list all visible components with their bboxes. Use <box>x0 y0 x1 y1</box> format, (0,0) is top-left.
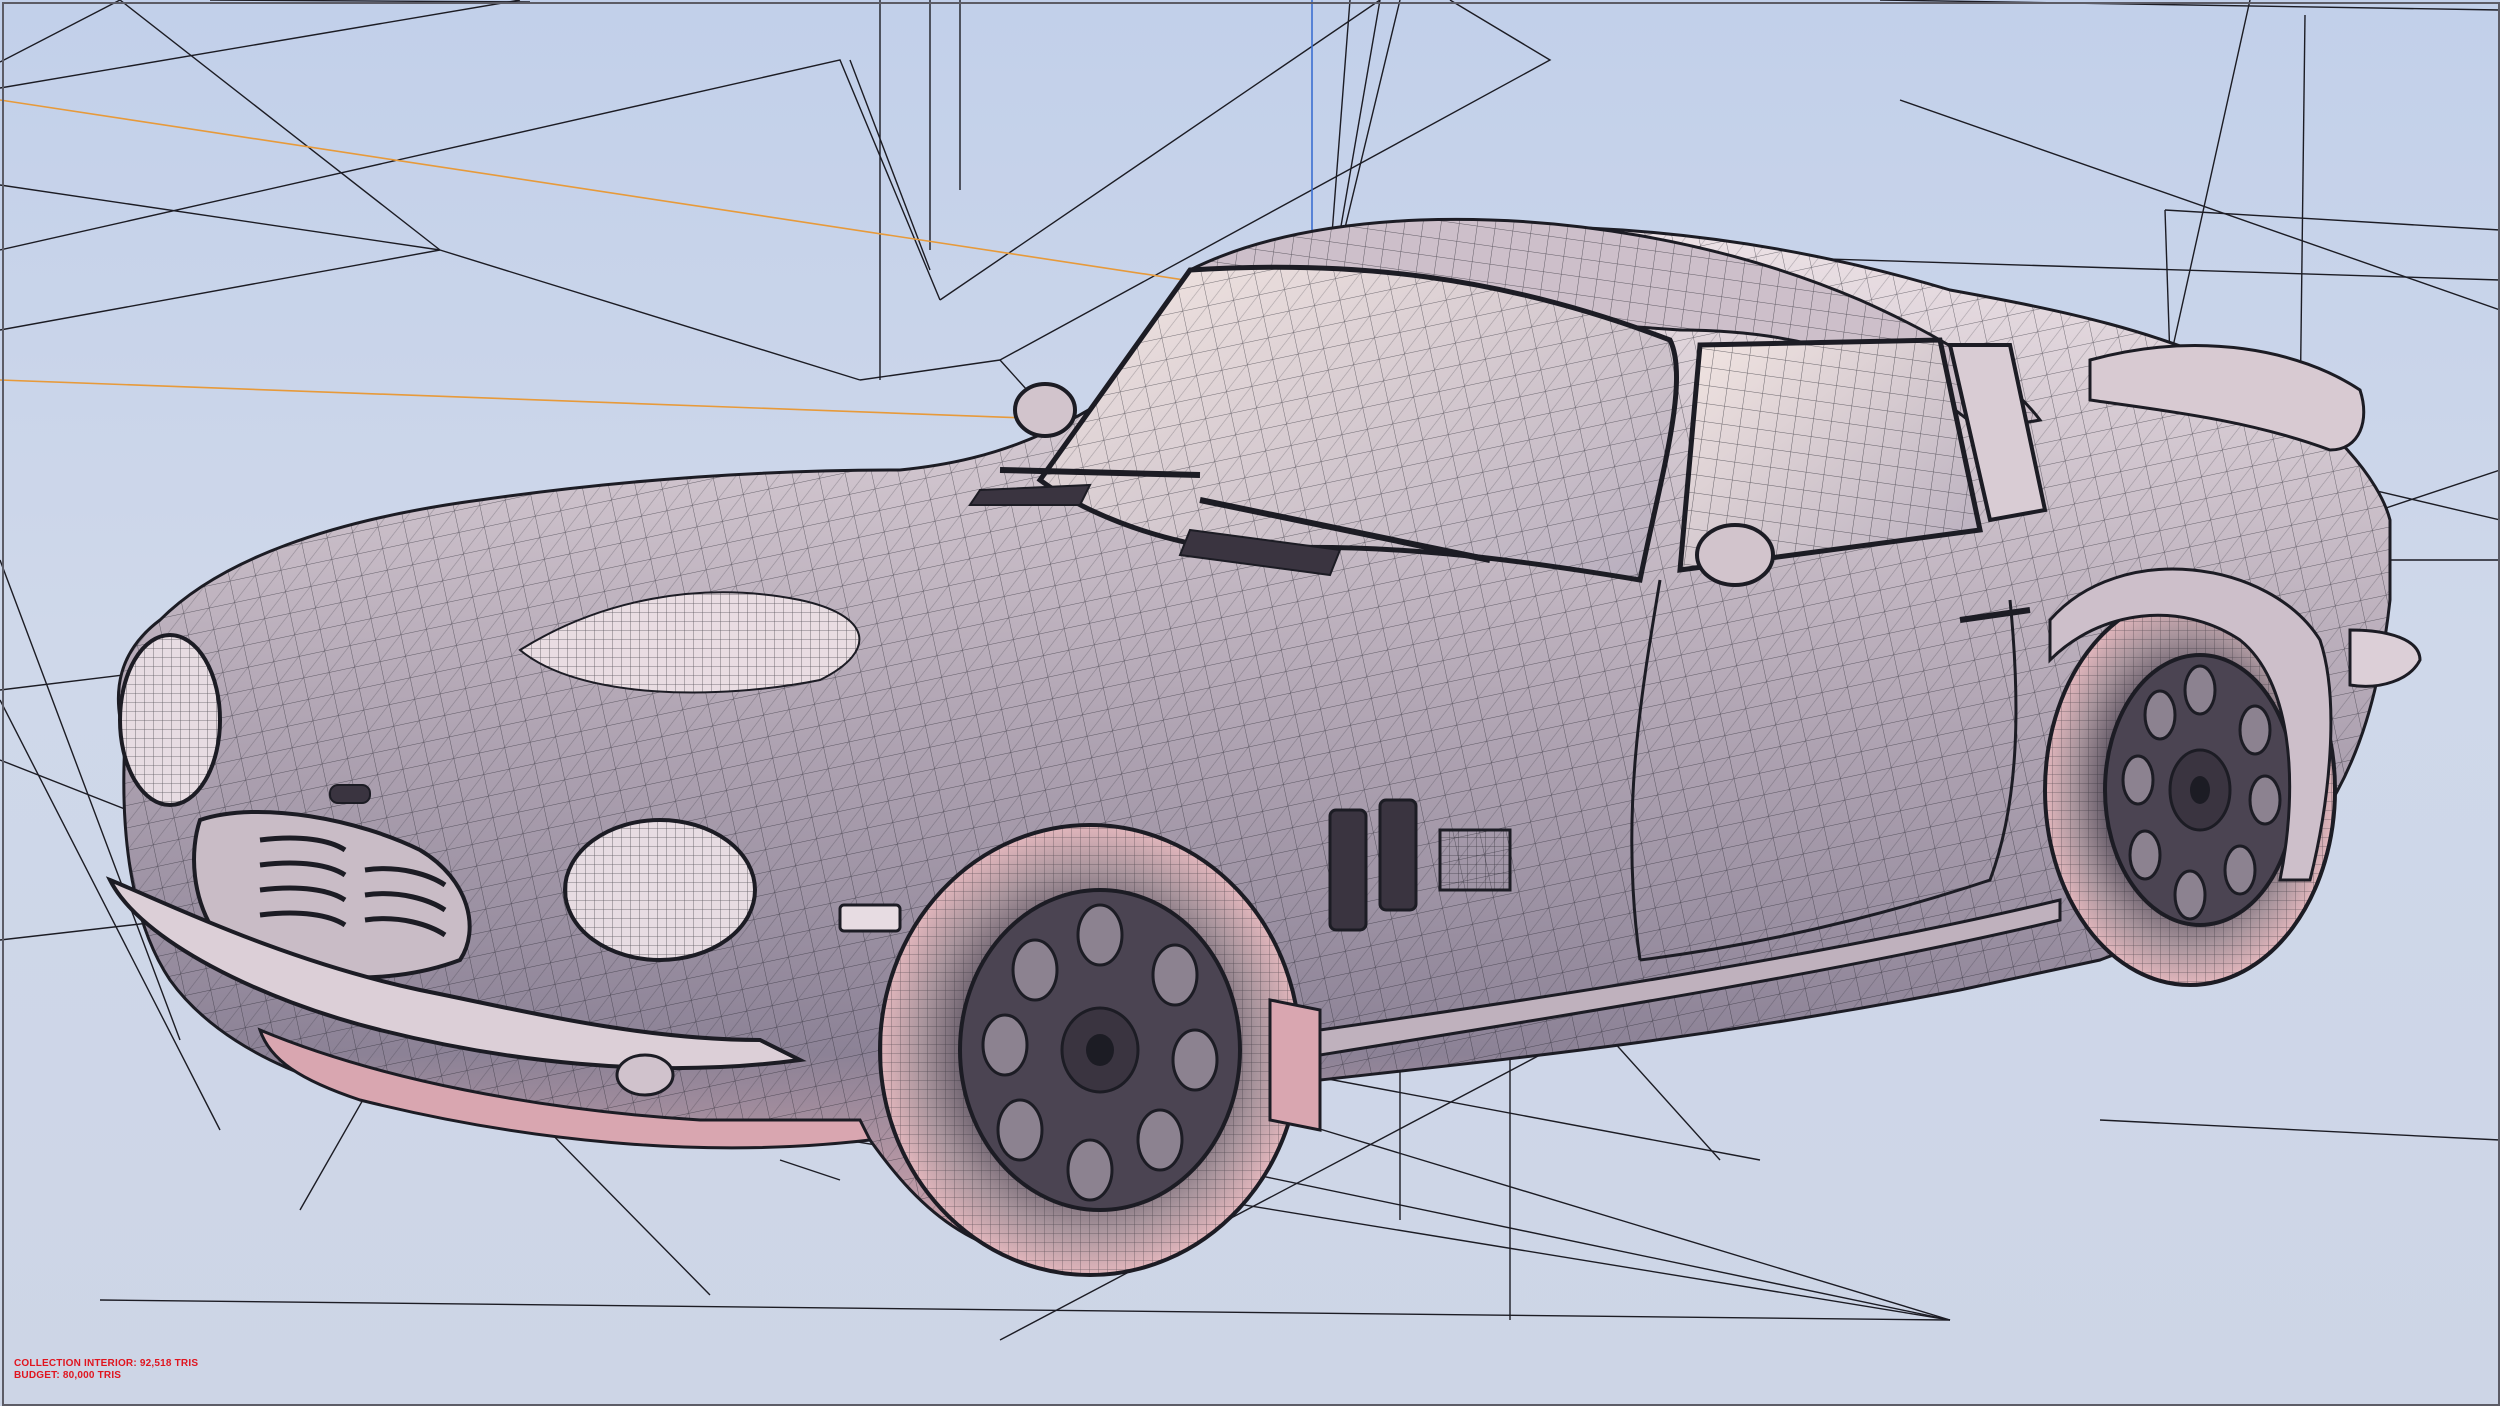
tri-budget: BUDGET: 80,000 TRIS <box>14 1370 122 1381</box>
car-model[interactable] <box>105 217 2422 1277</box>
side-vent <box>1328 808 1368 932</box>
side-badge-grid <box>1438 828 1512 892</box>
front-wheel[interactable] <box>878 823 1302 1277</box>
fog-light <box>615 1053 675 1097</box>
rear-bumper <box>2348 628 2422 688</box>
collection-tri-count: COLLECTION INTERIOR: 92,518 TRIS <box>14 1358 199 1369</box>
axis-guides <box>0 0 1313 421</box>
turn-signal <box>838 903 902 933</box>
left-mirror[interactable] <box>1013 382 1077 438</box>
mudflap <box>1268 998 1322 1132</box>
side-vent <box>1378 798 1418 912</box>
right-mirror[interactable] <box>1695 523 1775 587</box>
3d-viewport[interactable]: COLLECTION INTERIOR: 92,518 TRIS BUDGET:… <box>0 0 2500 1406</box>
wireframe-scene[interactable] <box>0 0 2500 1406</box>
triangle-stats-overlay: COLLECTION INTERIOR: 92,518 TRIS BUDGET:… <box>14 1358 198 1382</box>
hood-badge <box>329 784 371 804</box>
